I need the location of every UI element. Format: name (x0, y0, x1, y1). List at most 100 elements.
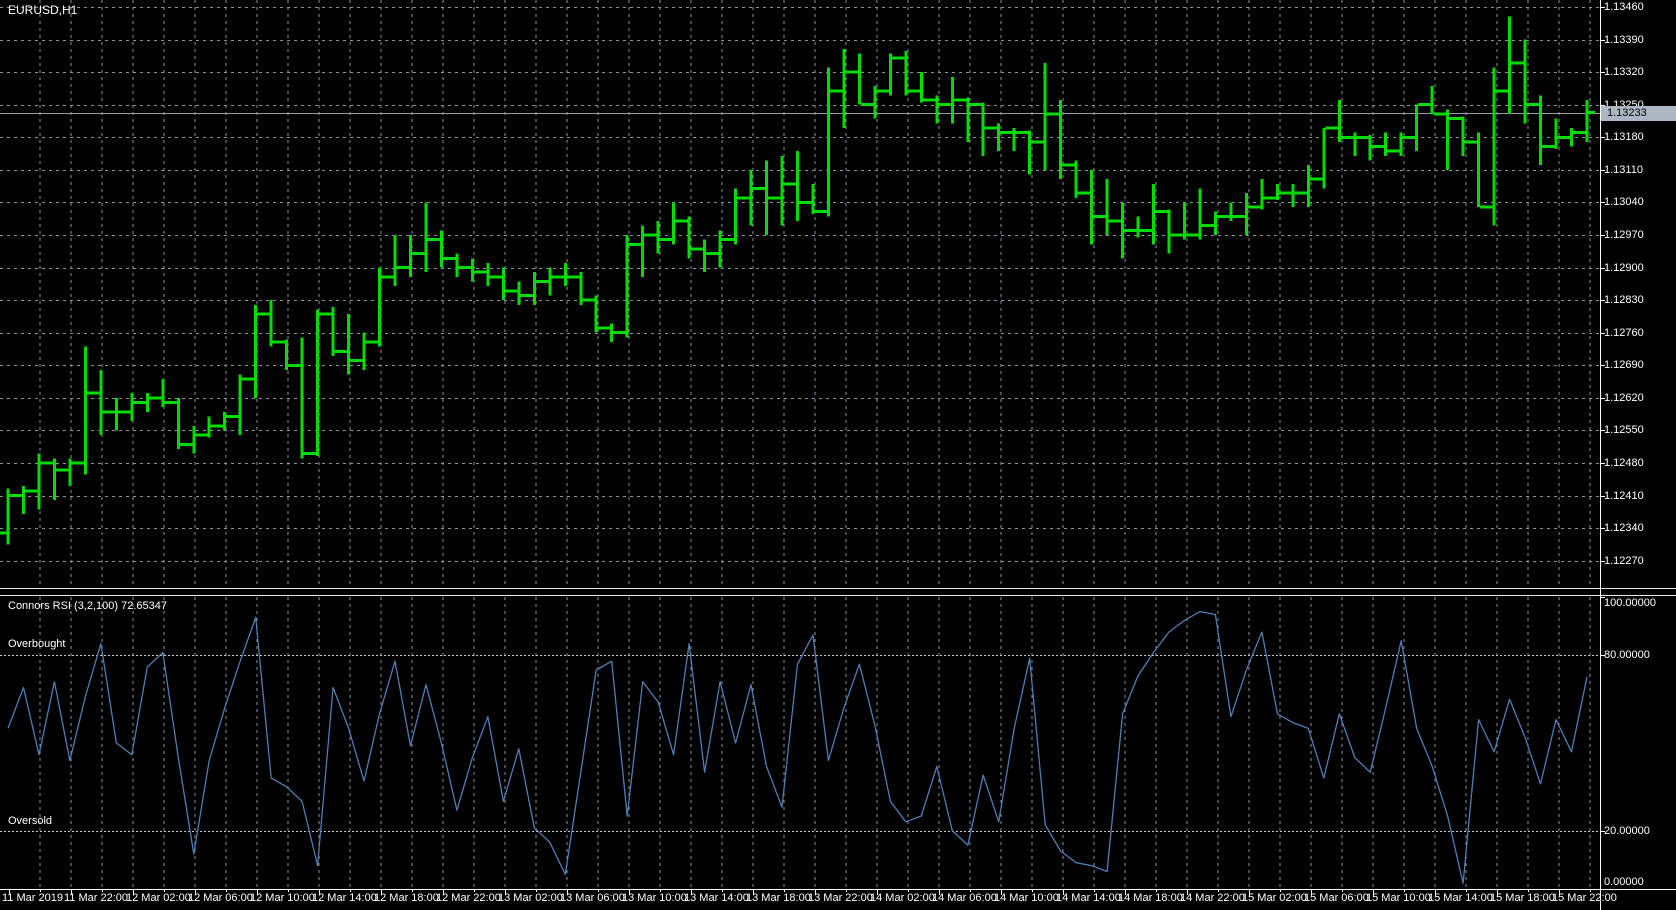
ohlc-bar (378, 267, 382, 347)
ohlc-bar (548, 267, 552, 296)
ohlc-open-tick (1114, 219, 1122, 223)
time-axis-label: 14 Mar 10:00 (994, 892, 1059, 904)
ohlc-bar (285, 339, 289, 370)
ohlc-close-tick (1309, 177, 1317, 181)
ohlc-bar (1337, 100, 1341, 142)
ohlc-bar (1384, 132, 1388, 156)
time-axis-label: 14 Mar 14:00 (1056, 892, 1121, 904)
ohlc-bar (6, 488, 10, 545)
ohlc-close-tick (953, 98, 961, 102)
ohlc-open-tick (263, 312, 270, 316)
ohlc-open-tick (1331, 126, 1338, 130)
ohlc-close-tick (1155, 210, 1162, 214)
ohlc-bar (1569, 127, 1573, 147)
ohlc-close-tick (133, 400, 140, 404)
time-axis-label: 11 Mar 2019 (2, 892, 63, 904)
ohlc-open-tick (603, 326, 611, 330)
ohlc-open-tick (835, 89, 843, 93)
ohlc-close-tick (659, 238, 667, 242)
ohlc-bar (1539, 95, 1543, 166)
ohlc-bar (1105, 179, 1109, 235)
ohlc-open-tick (928, 98, 936, 102)
time-axis-label: 13 Mar 10:00 (622, 892, 687, 904)
ohlc-close-tick (71, 461, 78, 465)
ohlc-bar (1182, 202, 1186, 240)
ohlc-bar (362, 332, 366, 370)
ohlc-close-tick (24, 489, 32, 493)
ohlc-bar (1260, 179, 1264, 210)
ohlc-open-tick (743, 196, 750, 200)
ohlc-close-tick (1526, 103, 1534, 107)
ohlc-close-tick (1093, 214, 1100, 218)
ohlc-bar (981, 102, 985, 156)
ohlc-close-tick (613, 331, 620, 335)
ohlc-bar (408, 234, 412, 277)
ohlc-close-tick (148, 396, 156, 400)
ohlc-close-tick (350, 359, 357, 363)
ohlc-open-tick (0, 531, 7, 535)
indicator-name-value-label: Connors RSI (3,2,100) 72.65347 (8, 600, 167, 612)
ohlc-close-tick (411, 252, 419, 256)
ohlc-bar (1229, 202, 1233, 222)
ohlc-close-tick (876, 89, 883, 93)
ohlc-bar (1368, 134, 1372, 161)
ohlc-open-tick (108, 410, 115, 414)
ohlc-bar (610, 323, 614, 343)
ohlc-bar (1198, 188, 1202, 240)
ohlc-open-tick (851, 70, 858, 74)
ohlc-close-tick (241, 377, 249, 381)
ohlc-bar (1585, 100, 1589, 142)
ohlc-bar (68, 458, 72, 487)
ohlc-bar (1059, 100, 1063, 180)
ohlc-open-tick (619, 331, 626, 335)
price-axis-label: 1.12340 (1604, 522, 1644, 535)
ohlc-bar (765, 160, 769, 235)
ohlc-close-tick (86, 391, 94, 395)
ohlc-bar (718, 230, 722, 268)
ohlc-close-tick (458, 266, 465, 270)
ohlc-open-tick (866, 103, 874, 107)
ohlc-close-tick (938, 103, 945, 107)
chart-canvas[interactable] (0, 0, 1676, 910)
ohlc-close-tick (210, 424, 218, 428)
ohlc-bar (811, 183, 815, 215)
ohlc-close-tick (40, 461, 47, 465)
ohlc-close-tick (1232, 214, 1239, 218)
ohlc-bar (780, 155, 784, 226)
price-axis-label: 1.13460 (1604, 1, 1644, 13)
ohlc-close-tick (1449, 117, 1456, 121)
price-axis-label: 1.12480 (1604, 456, 1644, 469)
ohlc-open-tick (325, 312, 332, 316)
ohlc-open-tick (448, 256, 456, 260)
rsi-line (7, 610, 1588, 884)
ohlc-close-tick (706, 252, 713, 256)
ohlc-bar (1477, 132, 1481, 208)
ohlc-bar (935, 95, 939, 124)
ohlc-close-tick (473, 270, 481, 274)
time-axis-label: 15 Mar 18:00 (1490, 892, 1555, 904)
ohlc-bar (316, 309, 320, 457)
ohlc-bar (130, 393, 134, 422)
ohlc-bar (919, 72, 923, 103)
overbought-label: Overbought (8, 638, 66, 650)
ohlc-bar (1152, 183, 1156, 245)
ohlc-open-tick (77, 461, 84, 465)
ohlc-bar (1167, 209, 1171, 254)
ohlc-open-tick (510, 289, 518, 293)
ohlc-open-tick (278, 340, 286, 344)
ohlc-close-tick (768, 196, 775, 200)
price-axis-label: 1.12550 (1604, 424, 1644, 437)
ohlc-open-tick (774, 196, 781, 200)
price-axis-label: 1.13180 (1604, 131, 1644, 144)
ohlc-open-tick (356, 359, 363, 363)
ohlc-close-tick (195, 433, 202, 437)
ohlc-close-tick (1046, 112, 1054, 116)
ohlc-close-tick (737, 196, 744, 200)
ohlc-close-tick (1511, 61, 1518, 65)
ohlc-open-tick (1269, 196, 1276, 200)
price-axis-label: 1.12830 (1604, 294, 1644, 307)
ohlc-open-tick (464, 266, 471, 270)
ohlc-open-tick (46, 461, 53, 465)
time-axis-label: 13 Mar 22:00 (808, 892, 873, 904)
time-axis-label: 14 Mar 02:00 (870, 892, 935, 904)
